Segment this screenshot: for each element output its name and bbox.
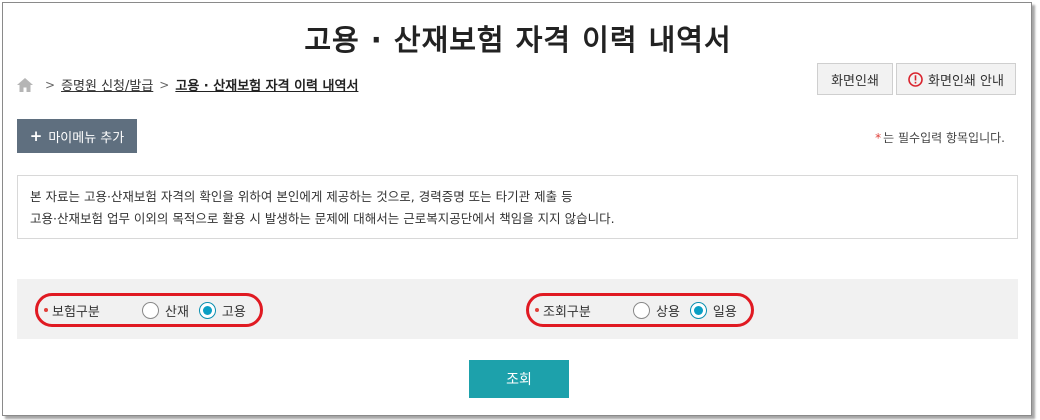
- notice-box: 본 자료는 고용·산재보험 자격의 확인을 위하여 본인에게 제공하는 것으로,…: [17, 175, 1018, 239]
- radio-sangyong[interactable]: [633, 301, 650, 319]
- query-type-label: 조회구분: [543, 304, 591, 320]
- breadcrumb: > 증명원 신청/발급 > 고용 · 산재보험 자격 이력 내역서: [17, 75, 358, 94]
- radio-ilyong[interactable]: [689, 301, 707, 319]
- chevron-right-icon: >: [159, 77, 170, 92]
- home-icon[interactable]: [17, 77, 33, 92]
- chevron-right-icon: >: [45, 77, 56, 92]
- warning-circle-icon: [908, 71, 923, 87]
- radio-goyong[interactable]: [198, 301, 216, 319]
- print-screen-button[interactable]: 화면인쇄: [817, 63, 893, 95]
- radio-sanjae-label: 산재: [165, 304, 189, 320]
- required-bullet: [535, 308, 539, 312]
- plus-icon: +: [29, 127, 43, 145]
- required-star: *: [875, 131, 882, 145]
- required-note: * 는 필수입력 항목입니다.: [875, 129, 1005, 146]
- query-type-group: 조회구분 상용 일용: [526, 293, 754, 327]
- radio-sangyong-label: 상용: [656, 304, 680, 320]
- radio-goyong-label: 고용: [221, 304, 246, 320]
- add-mymenu-label: 마이메뉴 추가: [48, 130, 125, 146]
- radio-option-goyong[interactable]: 고용: [198, 301, 246, 320]
- radio-option-sanjae[interactable]: 산재: [142, 301, 189, 320]
- page-title: 고용 · 산재보험 자격 이력 내역서: [304, 23, 732, 57]
- search-filter-bar: 보험구분 산재 고용 조회구분 상용 일용: [17, 279, 1018, 339]
- search-button-label: 조회: [506, 372, 532, 388]
- required-bullet: [44, 308, 48, 312]
- radio-ilyong-label: 일용: [712, 304, 737, 320]
- insurance-type-group: 보험구분 산재 고용: [35, 293, 263, 327]
- add-mymenu-button[interactable]: + 마이메뉴 추가: [17, 119, 137, 153]
- page-frame: 고용 · 산재보험 자격 이력 내역서 > 증명원 신청/발급 > 고용 · 산…: [2, 2, 1032, 416]
- radio-option-sangyong[interactable]: 상용: [633, 301, 680, 320]
- print-guide-button[interactable]: 화면인쇄 안내: [896, 63, 1016, 95]
- insurance-type-label: 보험구분: [52, 304, 100, 320]
- notice-line-1: 본 자료는 고용·산재보험 자격의 확인을 위하여 본인에게 제공하는 것으로,…: [30, 189, 573, 204]
- required-note-text: 는 필수입력 항목입니다.: [883, 131, 1005, 145]
- notice-line-2: 고용·산재보험 업무 이외의 목적으로 활용 시 발생하는 문제에 대해서는 근…: [30, 211, 615, 226]
- search-button[interactable]: 조회: [469, 360, 569, 398]
- breadcrumb-link-certificate[interactable]: 증명원 신청/발급: [61, 75, 153, 94]
- print-guide-label: 화면인쇄 안내: [928, 73, 1004, 89]
- radio-sanjae[interactable]: [142, 301, 159, 319]
- breadcrumb-current[interactable]: 고용 · 산재보험 자격 이력 내역서: [175, 75, 358, 94]
- print-screen-label: 화면인쇄: [831, 73, 879, 89]
- radio-option-ilyong[interactable]: 일용: [689, 301, 737, 320]
